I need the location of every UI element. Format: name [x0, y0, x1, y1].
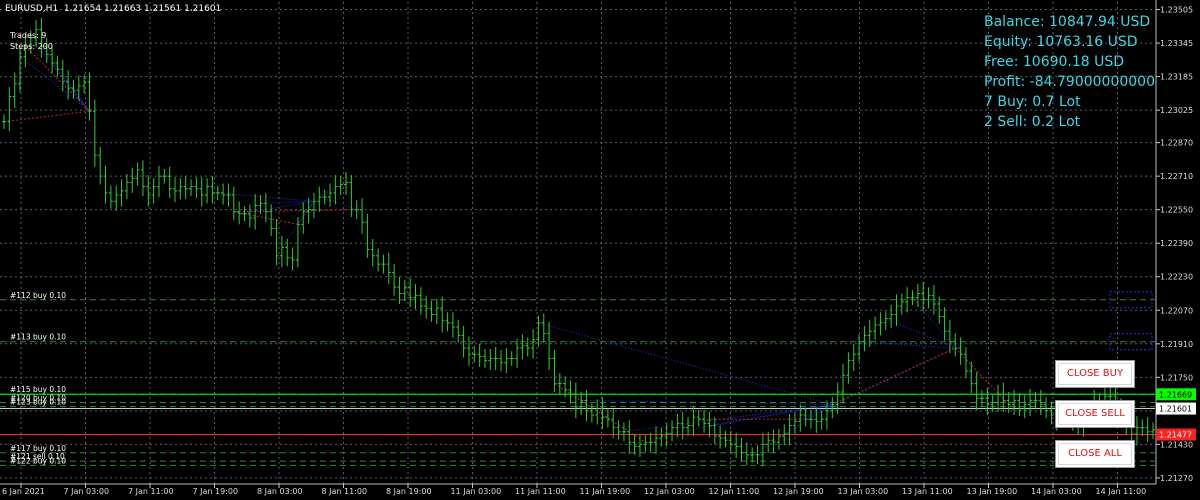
- symbol-timeframe: EURUSD,H1: [5, 4, 59, 14]
- x-tick-label: 12 Jan 19:00: [773, 487, 824, 496]
- symbol-header: EURUSD,H1 1.21654 1.21663 1.21561 1.2160…: [5, 4, 221, 14]
- x-tick-label: 11 Jan 03:00: [451, 487, 502, 496]
- y-tick-label: 1.22390: [1160, 239, 1193, 248]
- x-tick-label: 13 Jan 19:00: [967, 487, 1018, 496]
- y-tick-label: 1.22070: [1160, 306, 1193, 315]
- ask-price-label: 1.21477: [1159, 431, 1192, 440]
- order-level-label: #112 buy 0.10: [10, 291, 66, 300]
- x-tick-label: 6 Jan 2021: [2, 487, 45, 496]
- x-tick-label: 7 Jan 11:00: [128, 487, 174, 496]
- y-tick-label: 1.22550: [1160, 206, 1193, 215]
- y-tick-label: 1.21750: [1160, 373, 1193, 382]
- profit-text: Profit: -84.79000000000: [984, 74, 1155, 90]
- close-sell-button[interactable]: CLOSE SELL: [1055, 400, 1135, 428]
- equity-text: Equity: 10763.16 USD: [984, 34, 1138, 50]
- balance-text: Balance: 10847.94 USD: [984, 14, 1151, 30]
- close-buy-button[interactable]: CLOSE BUY: [1055, 360, 1135, 388]
- steps-count: Steps: 200: [10, 42, 53, 51]
- y-tick-label: 1.22230: [1160, 273, 1193, 282]
- y-tick-label: 1.23185: [1160, 73, 1193, 82]
- trades-count: Trades: 9: [10, 31, 47, 40]
- x-tick-label: 8 Jan 19:00: [386, 487, 432, 496]
- y-tick-label: 1.22870: [1160, 139, 1193, 148]
- y-tick-label: 1.21430: [1160, 440, 1193, 449]
- x-tick-label: 11 Jan 11:00: [515, 487, 566, 496]
- order-level-label: #122 buy 0.10: [10, 456, 66, 465]
- ohlc-values: 1.21654 1.21663 1.21561 1.21601: [63, 4, 222, 14]
- x-tick-label: 14 Jan 11:00: [1096, 487, 1147, 496]
- y-tick-label: 1.21270: [1160, 474, 1193, 483]
- free-margin-text: Free: 10690.18 USD: [984, 54, 1125, 70]
- y-tick-label: 1.23505: [1160, 6, 1193, 15]
- order-level-label: #123 buy 0.10: [10, 398, 66, 407]
- x-tick-label: 14 Jan 03:00: [1031, 487, 1082, 496]
- x-tick-label: 8 Jan 11:00: [322, 487, 368, 496]
- buy-lots-text: 7 Buy: 0.7 Lot: [984, 94, 1081, 110]
- y-tick-label: 1.22710: [1160, 172, 1193, 181]
- x-tick-label: 12 Jan 11:00: [709, 487, 760, 496]
- sell-lots-text: 2 Sell: 0.2 Lot: [984, 114, 1081, 130]
- order-level-label: #113 buy 0.10: [10, 333, 66, 342]
- y-tick-label: 1.21910: [1160, 340, 1193, 349]
- close-all-button[interactable]: CLOSE ALL: [1055, 440, 1135, 468]
- bid-price-label: 1.21669: [1159, 390, 1192, 399]
- current-price-label: 1.21601: [1159, 405, 1192, 414]
- y-tick-label: 1.23345: [1160, 39, 1193, 48]
- y-tick-label: 1.23025: [1160, 106, 1193, 115]
- x-tick-label: 11 Jan 19:00: [580, 487, 631, 496]
- x-tick-label: 7 Jan 19:00: [193, 487, 239, 496]
- x-tick-label: 13 Jan 03:00: [838, 487, 889, 496]
- x-tick-label: 8 Jan 03:00: [257, 487, 303, 496]
- x-tick-label: 13 Jan 11:00: [902, 487, 953, 496]
- x-tick-label: 12 Jan 03:00: [644, 487, 695, 496]
- x-tick-label: 7 Jan 03:00: [64, 487, 110, 496]
